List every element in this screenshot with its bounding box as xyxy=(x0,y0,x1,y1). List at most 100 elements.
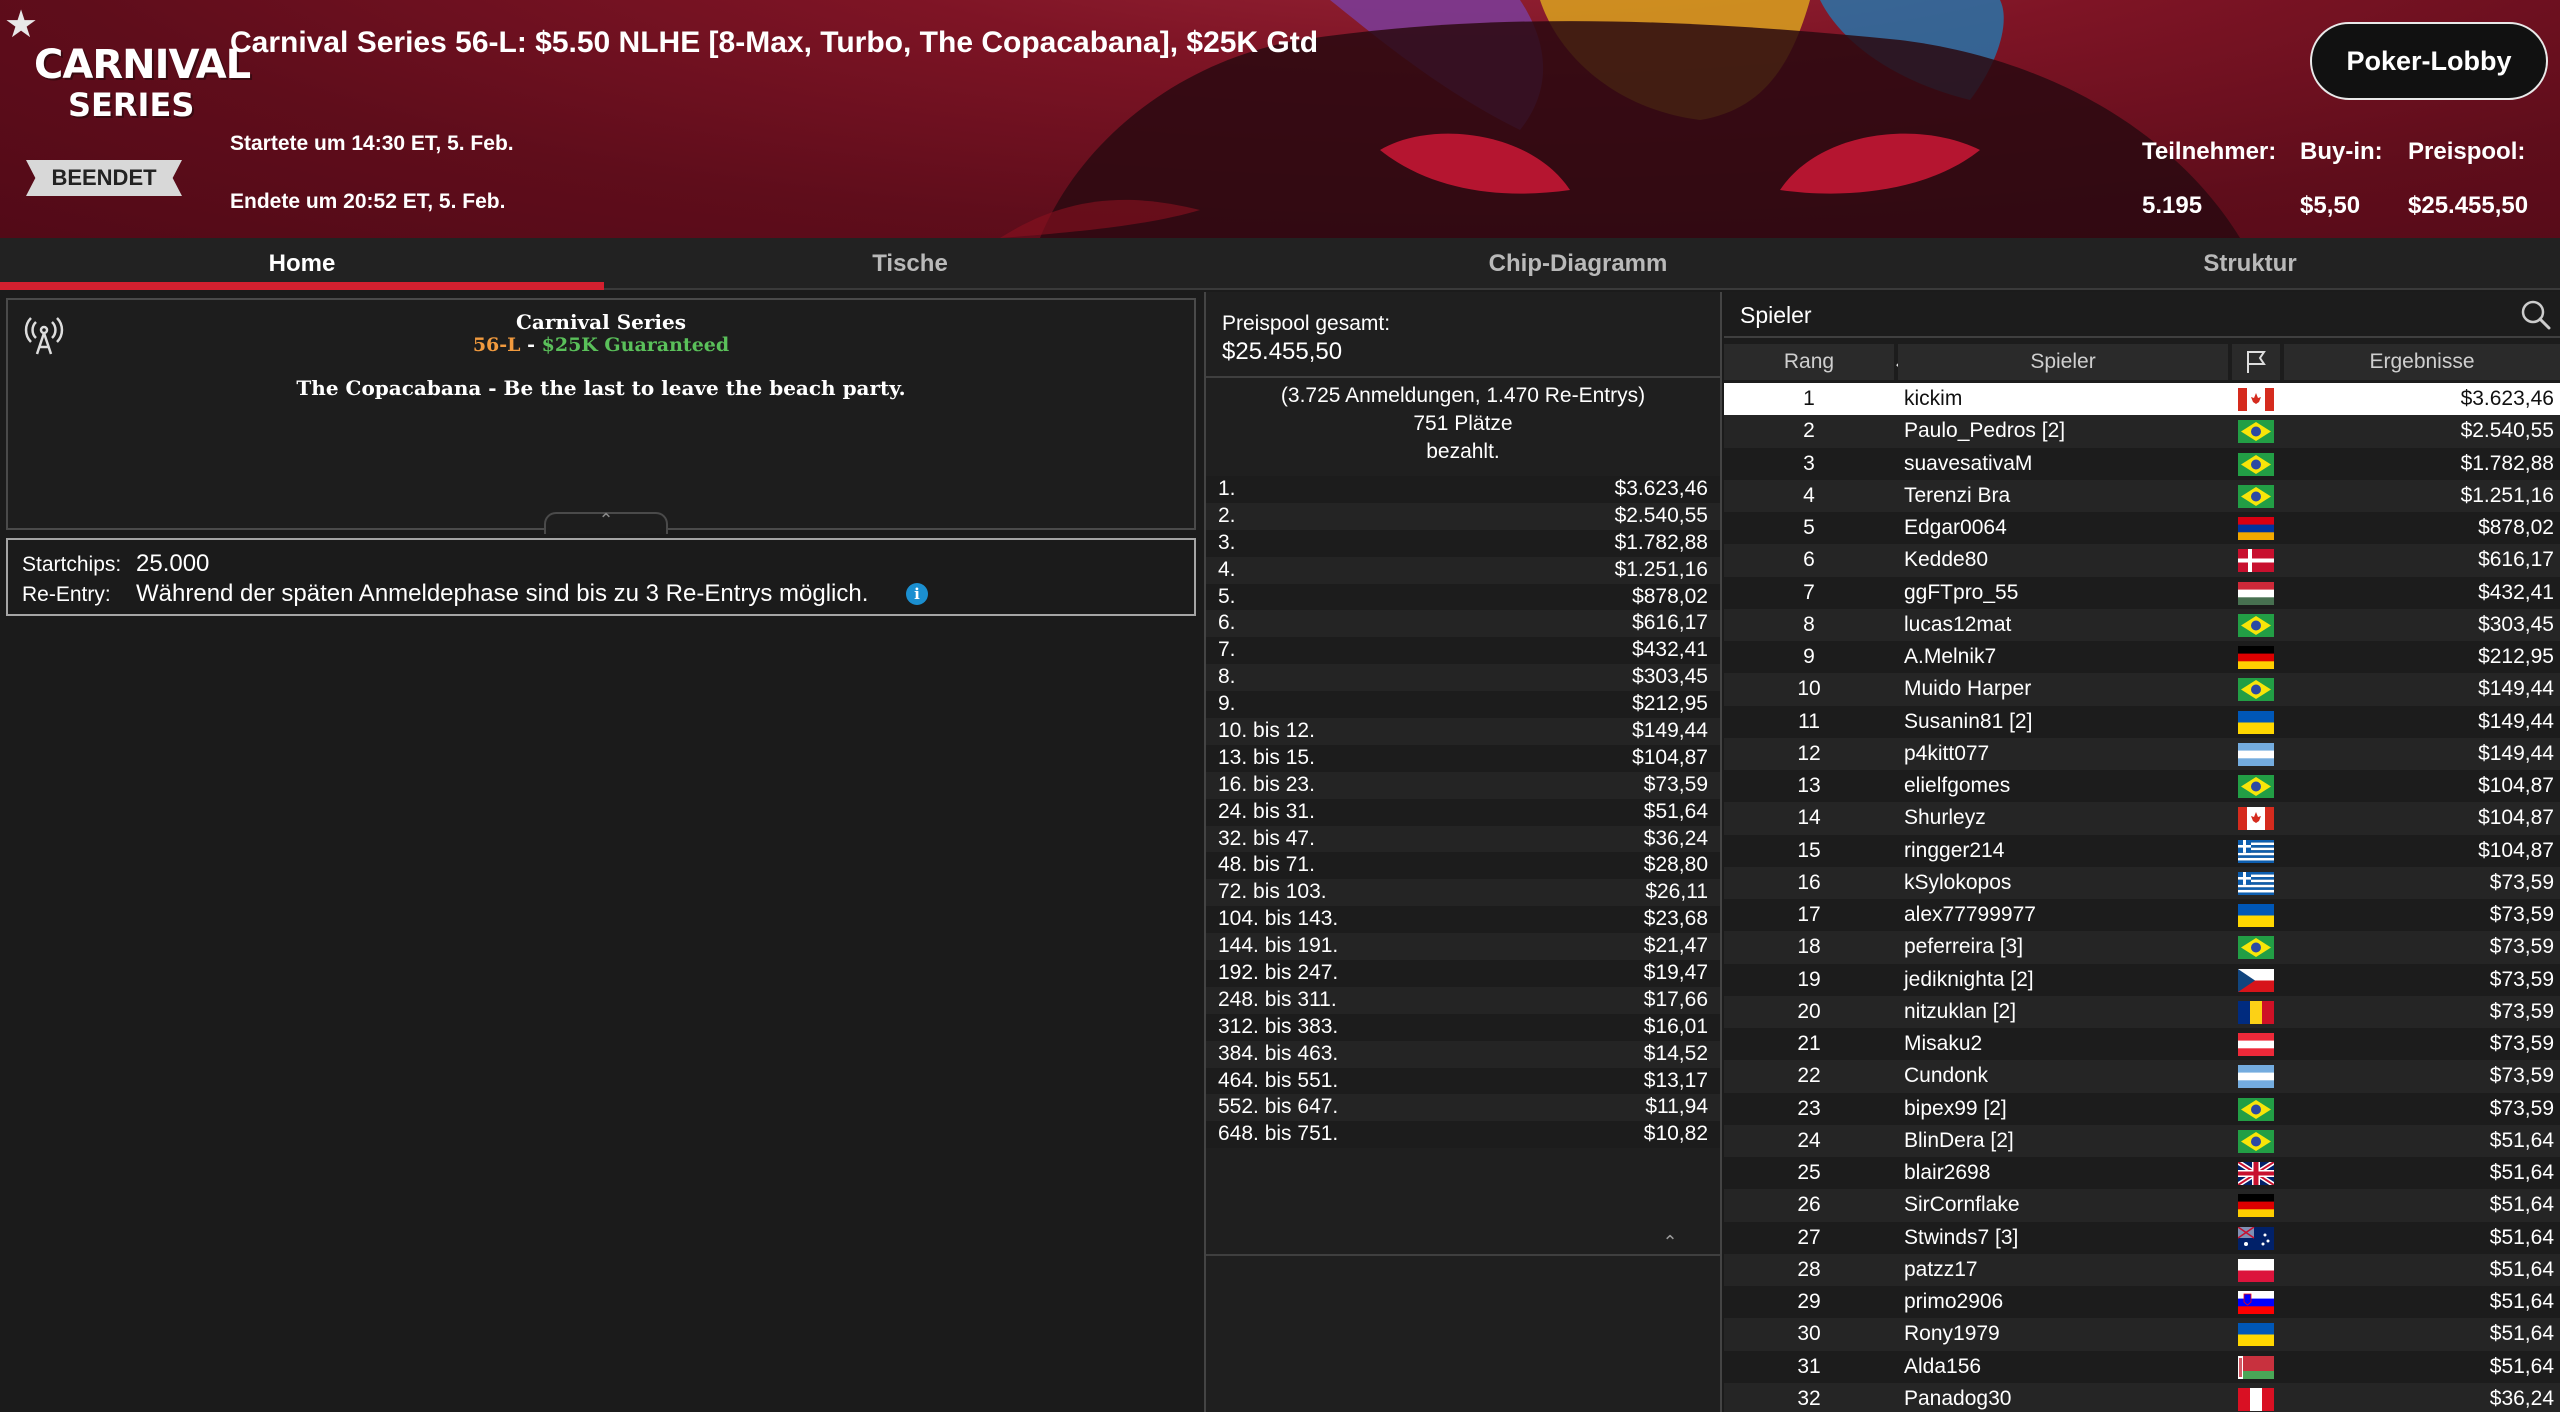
player-row[interactable]: 25 blair2698 $51,64 xyxy=(1724,1157,2560,1190)
player-result: $3.623,46 xyxy=(2460,387,2554,410)
chevron-up-icon: ⌃ xyxy=(598,510,614,530)
player-row[interactable]: 24 BlinDera [2] $51,64 xyxy=(1724,1124,2560,1157)
player-rank: 1 xyxy=(1803,387,1815,410)
player-name: elielfgomes xyxy=(1904,774,2011,797)
player-result: $73,59 xyxy=(2489,870,2554,894)
player-row[interactable]: 7 ggFTpro_55 $432,41 xyxy=(1724,576,2560,609)
payout-row: 552. bis 647. $11,94 xyxy=(1206,1094,1720,1122)
column-header-player[interactable]: Spieler xyxy=(1898,344,2228,380)
player-row[interactable]: 29 primo2906 $51,64 xyxy=(1724,1286,2560,1319)
payout-row: 6. $616,17 xyxy=(1206,610,1720,638)
player-search-input[interactable]: Spieler xyxy=(1740,302,1812,329)
player-row[interactable]: 1 kickim $3.623,46 xyxy=(1724,383,2560,416)
tournament-title: Carnival Series 56-L: $5.50 NLHE [8-Max,… xyxy=(230,26,1319,59)
tab-tables[interactable]: Tische xyxy=(604,238,1216,290)
tab-chip-chart[interactable]: Chip-Diagramm xyxy=(1216,238,1940,290)
player-row[interactable]: 8 lucas12mat $303,45 xyxy=(1724,608,2560,641)
collapse-payouts-button[interactable]: ⌃ xyxy=(1630,1232,1710,1254)
tab-structure[interactable]: Struktur xyxy=(1940,238,2560,290)
payout-place: 5. xyxy=(1218,584,1236,608)
column-header-results[interactable]: Ergebnisse xyxy=(2284,344,2560,380)
player-rank: 15 xyxy=(1797,838,1821,862)
player-row[interactable]: 21 Misaku2 $73,59 xyxy=(1724,1028,2560,1061)
player-row[interactable]: 15 ringger214 $104,87 xyxy=(1724,834,2560,867)
player-name: Cundonk xyxy=(1904,1064,1989,1088)
payout-row: 248. bis 311. $17,66 xyxy=(1206,986,1720,1014)
player-name: Kedde80 xyxy=(1904,548,1989,572)
player-row[interactable]: 32 Panadog30 $36,24 xyxy=(1724,1382,2560,1412)
payout-place: 384. bis 463. xyxy=(1218,1041,1339,1065)
player-row[interactable]: 23 bipex99 [2] $73,59 xyxy=(1724,1092,2560,1125)
player-row[interactable]: 4 Terenzi Bra $1.251,16 xyxy=(1724,479,2560,512)
country-flag-icon xyxy=(2238,968,2274,992)
player-row[interactable]: 9 A.Melnik7 $212,95 xyxy=(1724,641,2560,674)
reentry-info-icon[interactable]: i xyxy=(906,583,928,605)
player-row[interactable]: 17 alex77799977 $73,59 xyxy=(1724,899,2560,932)
player-row[interactable]: 30 Rony1979 $51,64 xyxy=(1724,1318,2560,1351)
player-search-bar[interactable]: Spieler xyxy=(1724,292,2560,338)
player-row[interactable]: 19 jediknighta [2] $73,59 xyxy=(1724,963,2560,996)
search-icon[interactable] xyxy=(2518,298,2552,332)
country-flag-icon xyxy=(2238,388,2274,411)
start-time: Startete um 14:30 ET, 5. Feb. xyxy=(230,132,514,155)
player-row[interactable]: 11 Susanin81 [2] $149,44 xyxy=(1724,705,2560,738)
player-name: kSylokopos xyxy=(1904,870,2012,894)
buyin-label: Buy-in: xyxy=(2300,138,2383,165)
player-row[interactable]: 28 patzz17 $51,64 xyxy=(1724,1253,2560,1286)
player-row[interactable]: 3 suavesativaM $1.782,88 xyxy=(1724,447,2560,480)
player-result: $73,59 xyxy=(2489,903,2554,926)
player-results-table: 1 kickim $3.623,46 2 Paulo_Pedros [2] $2.540,… xyxy=(1724,383,2560,1412)
payout-place: 16. bis 23. xyxy=(1218,772,1315,796)
payout-place: 1. xyxy=(1218,477,1236,500)
player-result: $878,02 xyxy=(2478,516,2554,539)
active-tab-indicator xyxy=(0,282,604,290)
player-name: bipex99 [2] xyxy=(1904,1096,2007,1120)
payout-row: 24. bis 31. $51,64 xyxy=(1206,798,1720,826)
player-rank: 17 xyxy=(1797,903,1821,926)
info-series-name: Carnival Series xyxy=(516,310,686,334)
player-row[interactable]: 22 Cundonk $73,59 xyxy=(1724,1060,2560,1093)
country-flag-icon xyxy=(2238,1097,2274,1121)
player-row[interactable]: 14 Shurleyz $104,87 xyxy=(1724,802,2560,835)
player-row[interactable]: 27 Stwinds7 [3] $51,64 xyxy=(1724,1221,2560,1254)
chevron-up-icon: ⌃ xyxy=(1662,1232,1678,1252)
player-row[interactable]: 5 Edgar0064 $878,02 xyxy=(1724,512,2560,545)
player-result: $51,64 xyxy=(2489,1322,2554,1346)
player-row[interactable]: 16 kSylokopos $73,59 xyxy=(1724,866,2560,899)
flag-icon[interactable] xyxy=(2232,344,2280,380)
country-flag-icon xyxy=(2238,420,2274,444)
payout-row: 5. $878,02 xyxy=(1206,583,1720,611)
player-row[interactable]: 31 Alda156 $51,64 xyxy=(1724,1350,2560,1383)
country-flag-icon xyxy=(2238,871,2274,895)
player-row[interactable]: 20 nitzuklan [2] $73,59 xyxy=(1724,995,2560,1028)
player-row[interactable]: 2 Paulo_Pedros [2] $2.540,55 xyxy=(1724,415,2560,448)
player-row[interactable]: 13 elielfgomes $104,87 xyxy=(1724,770,2560,803)
collapse-info-button[interactable]: ⌃ xyxy=(544,510,668,534)
player-row[interactable]: 18 peferreira [3] $73,59 xyxy=(1724,931,2560,964)
payout-place: 464. bis 551. xyxy=(1218,1068,1339,1092)
player-result: $51,64 xyxy=(2489,1128,2554,1152)
player-row[interactable]: 12 p4kitt077 $149,44 xyxy=(1724,737,2560,770)
payout-row: 48. bis 71. $28,80 xyxy=(1206,852,1720,880)
column-header-rank[interactable]: Rang xyxy=(1724,344,1894,380)
country-flag-icon xyxy=(2238,710,2274,734)
player-result: $149,44 xyxy=(2478,741,2554,765)
payout-row: 7. $432,41 xyxy=(1206,637,1720,665)
payout-place: 8. xyxy=(1218,665,1236,689)
country-flag-icon xyxy=(2238,452,2274,476)
payout-place: 192. bis 247. xyxy=(1218,961,1339,985)
payout-place: 2. xyxy=(1218,503,1236,527)
poker-lobby-button[interactable]: Poker-Lobby xyxy=(2310,22,2548,100)
player-row[interactable]: 6 Kedde80 $616,17 xyxy=(1724,544,2560,577)
player-row[interactable]: 10 Muido Harper $149,44 xyxy=(1724,673,2560,706)
payout-row: 464. bis 551. $13,17 xyxy=(1206,1067,1720,1095)
country-flag-icon xyxy=(2238,581,2274,605)
payout-row: 8. $303,45 xyxy=(1206,664,1720,692)
payout-row: 2. $2.540,55 xyxy=(1206,502,1720,530)
country-flag-icon xyxy=(2236,1159,2276,1188)
country-flag-icon xyxy=(2238,1387,2274,1411)
player-result: $149,44 xyxy=(2478,709,2554,733)
country-flag-icon xyxy=(2238,1194,2274,1218)
startchips-value: 25.000 xyxy=(136,550,210,577)
player-row[interactable]: 26 SirCornflake $51,64 xyxy=(1724,1189,2560,1222)
